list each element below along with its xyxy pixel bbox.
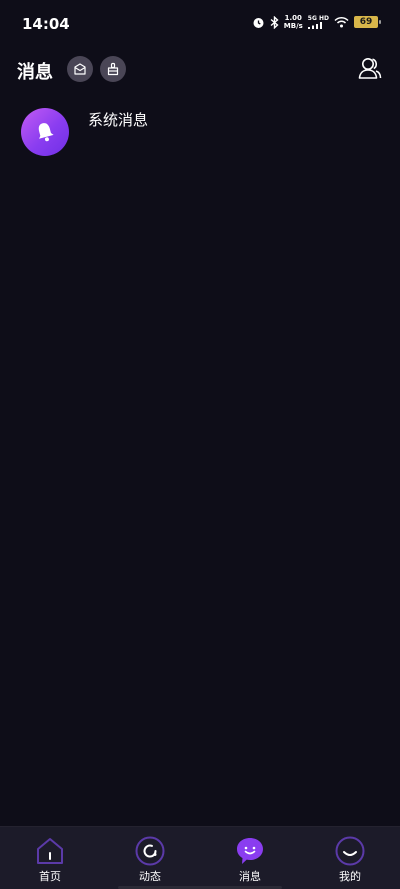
network-speed: 1.00 MB/s <box>284 14 303 30</box>
speed-value: 1.00 <box>284 14 302 22</box>
tab-home[interactable]: 首页 <box>0 827 100 889</box>
contacts-icon <box>358 58 382 79</box>
page-header: 消息 <box>0 52 400 86</box>
home-icon <box>37 838 63 864</box>
alarm-icon <box>253 17 264 28</box>
status-time: 14:04 <box>22 15 70 33</box>
envelope-open-icon <box>74 63 86 75</box>
wifi-icon <box>334 16 349 28</box>
network-type: 5G HD <box>307 15 329 22</box>
signal-icon <box>307 22 322 29</box>
brush-icon <box>107 62 119 76</box>
tab-messages-label: 消息 <box>239 870 261 883</box>
bell-icon <box>38 123 54 142</box>
contacts-button[interactable] <box>356 54 384 82</box>
profile-icon <box>335 836 365 866</box>
tab-profile-label: 我的 <box>339 870 361 883</box>
battery-indicator: 69 <box>354 16 381 28</box>
activity-icon <box>135 836 165 866</box>
battery-level: 69 <box>359 17 373 27</box>
tab-home-label: 首页 <box>39 870 61 883</box>
signal-group: 5G HD <box>307 15 329 29</box>
system-message-avatar <box>21 108 69 156</box>
clean-button[interactable] <box>100 56 126 82</box>
bottom-tab-bar: 首页 动态 消息 我的 <box>0 826 400 889</box>
chat-bubble-icon <box>237 838 263 864</box>
speed-unit: MB/s <box>283 22 303 30</box>
message-title: 系统消息 <box>88 111 149 129</box>
system-message-item[interactable]: 系统消息 <box>0 104 400 164</box>
tab-activity-label: 动态 <box>139 870 161 883</box>
read-all-button[interactable] <box>67 56 93 82</box>
status-icons: 1.00 MB/s 5G HD 69 <box>252 14 381 30</box>
tab-activity[interactable]: 动态 <box>100 827 200 889</box>
bluetooth-icon <box>270 15 279 29</box>
status-bar: 14:04 1.00 MB/s 5G HD 69 <box>0 0 400 48</box>
tab-messages[interactable]: 消息 <box>200 827 300 889</box>
page-title: 消息 <box>17 62 53 83</box>
tab-profile[interactable]: 我的 <box>300 827 400 889</box>
